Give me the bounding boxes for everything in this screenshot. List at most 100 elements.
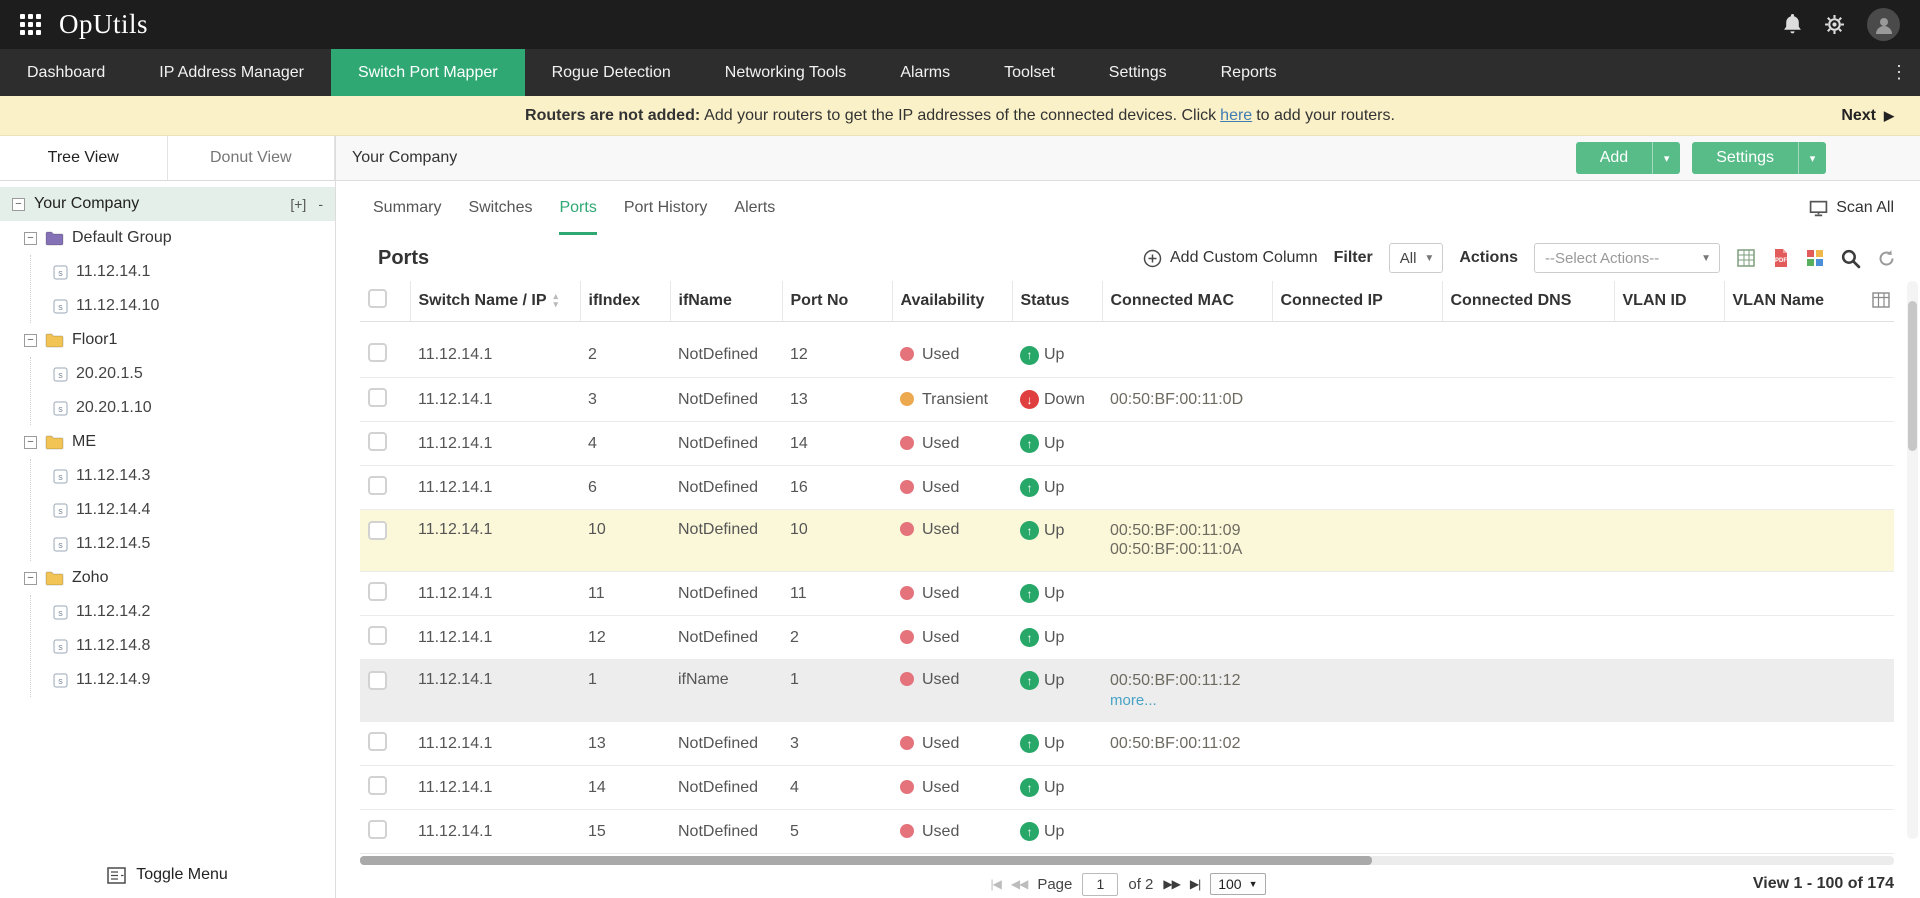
row-checkbox[interactable]	[368, 432, 387, 451]
table-row[interactable]: 11.12.14.12NotDefined12Used↑Up	[360, 334, 1894, 378]
tree-item-20-20-1-5[interactable]: s20.20.1.5	[31, 357, 335, 391]
notifications-bell-icon[interactable]	[1783, 14, 1802, 35]
column-header-vlan-id[interactable]: VLAN ID	[1614, 281, 1724, 321]
row-checkbox[interactable]	[368, 626, 387, 645]
nav-item-alarms[interactable]: Alarms	[873, 49, 977, 96]
toggle-menu-button[interactable]: Toggle Menu	[0, 866, 335, 884]
column-chooser-icon[interactable]	[1806, 249, 1824, 267]
tab-switches[interactable]: Switches	[468, 181, 532, 235]
next-page-button[interactable]: ▶▶	[1163, 877, 1179, 891]
tab-donut-view[interactable]: Donut View	[168, 136, 336, 180]
row-checkbox[interactable]	[368, 582, 387, 601]
nav-item-dashboard[interactable]: Dashboard	[0, 49, 132, 96]
add-dropdown-caret[interactable]: ▾	[1652, 142, 1680, 174]
tree-item-11-12-14-1[interactable]: s11.12.14.1	[31, 255, 335, 289]
nav-item-switch-port-mapper[interactable]: Switch Port Mapper	[331, 49, 525, 96]
page-input[interactable]	[1082, 873, 1118, 896]
tab-alerts[interactable]: Alerts	[734, 181, 775, 235]
vertical-scrollbar-thumb[interactable]	[1908, 301, 1917, 451]
tree-item-11-12-14-3[interactable]: s11.12.14.3	[31, 459, 335, 493]
nav-item-rogue-detection[interactable]: Rogue Detection	[525, 49, 698, 96]
row-checkbox[interactable]	[368, 776, 387, 795]
csv-export-icon[interactable]	[1736, 248, 1756, 268]
column-header-switch-name-ip[interactable]: Switch Name / IP▴▾	[410, 281, 580, 321]
table-row[interactable]: 11.12.14.111NotDefined11Used↑Up	[360, 572, 1894, 616]
collapse-icon[interactable]: −	[24, 334, 37, 347]
column-header-connected-dns[interactable]: Connected DNS	[1442, 281, 1614, 321]
tree-item-11-12-14-8[interactable]: s11.12.14.8	[31, 629, 335, 663]
collapse-icon[interactable]: −	[24, 436, 37, 449]
tree-item-20-20-1-10[interactable]: s20.20.1.10	[31, 391, 335, 425]
gear-icon[interactable]	[1824, 14, 1845, 35]
user-avatar[interactable]	[1867, 8, 1900, 41]
tree-root-your-company[interactable]: −Your Company[+]-	[0, 187, 335, 221]
row-checkbox[interactable]	[368, 343, 387, 362]
collapse-icon[interactable]: −	[12, 198, 25, 211]
settings-button-label[interactable]: Settings	[1692, 142, 1798, 174]
settings-button[interactable]: Settings ▾	[1692, 142, 1826, 174]
row-checkbox[interactable]	[368, 388, 387, 407]
nav-item-toolset[interactable]: Toolset	[977, 49, 1082, 96]
horizontal-scrollbar-thumb[interactable]	[360, 856, 1372, 865]
tree-item-11-12-14-4[interactable]: s11.12.14.4	[31, 493, 335, 527]
column-header-availability[interactable]: Availability	[892, 281, 1012, 321]
table-row[interactable]: 11.12.14.112NotDefined2Used↑Up	[360, 616, 1894, 660]
tab-summary[interactable]: Summary	[373, 181, 441, 235]
nav-item-reports[interactable]: Reports	[1194, 49, 1304, 96]
column-header-connected-mac[interactable]: Connected MAC	[1102, 281, 1272, 321]
scan-all-button[interactable]: Scan All	[1809, 181, 1894, 235]
reset-icon[interactable]	[1877, 249, 1896, 268]
nav-item-settings[interactable]: Settings	[1082, 49, 1194, 96]
tree-item-11-12-14-10[interactable]: s11.12.14.10	[31, 289, 335, 323]
row-checkbox[interactable]	[368, 521, 387, 540]
tab-port-history[interactable]: Port History	[624, 181, 708, 235]
collapse-all-control[interactable]: -	[318, 196, 323, 212]
settings-dropdown-caret[interactable]: ▾	[1798, 142, 1826, 174]
column-header-connected-ip[interactable]: Connected IP	[1272, 281, 1442, 321]
tree-group-zoho[interactable]: −Zoho	[0, 561, 335, 595]
column-header-vlan-name[interactable]: VLAN Name	[1724, 281, 1894, 321]
column-header-status[interactable]: Status	[1012, 281, 1102, 321]
column-header-port-no[interactable]: Port No	[782, 281, 892, 321]
tab-ports[interactable]: Ports	[559, 181, 596, 235]
search-icon[interactable]	[1840, 248, 1861, 269]
first-page-button[interactable]: |◀	[990, 877, 1000, 891]
collapse-icon[interactable]: −	[24, 232, 37, 245]
tree-item-11-12-14-2[interactable]: s11.12.14.2	[31, 595, 335, 629]
row-checkbox[interactable]	[368, 732, 387, 751]
page-size-select[interactable]: 100 ▼	[1210, 873, 1265, 895]
filter-select[interactable]: All ▼	[1389, 243, 1444, 273]
more-link[interactable]: more...	[1110, 690, 1264, 711]
table-row[interactable]: 11.12.14.14NotDefined14Used↑Up	[360, 422, 1894, 466]
nav-item-networking-tools[interactable]: Networking Tools	[698, 49, 874, 96]
row-checkbox[interactable]	[368, 476, 387, 495]
pdf-export-icon[interactable]: PDF	[1772, 248, 1790, 268]
add-group-control[interactable]: [+]	[290, 196, 306, 212]
add-button-label[interactable]: Add	[1576, 142, 1652, 174]
row-checkbox[interactable]	[368, 671, 387, 690]
tree-item-11-12-14-9[interactable]: s11.12.14.9	[31, 663, 335, 697]
tree-group-default-group[interactable]: −Default Group	[0, 221, 335, 255]
nav-item-ip-address-manager[interactable]: IP Address Manager	[132, 49, 331, 96]
sort-icon[interactable]: ▴▾	[554, 293, 559, 309]
table-row[interactable]: 11.12.14.113NotDefined3Used↑Up00:50:BF:0…	[360, 722, 1894, 766]
table-row[interactable]: 11.12.14.110NotDefined10Used↑Up00:50:BF:…	[360, 510, 1894, 572]
apps-grid-icon[interactable]	[20, 14, 41, 35]
tree-group-floor1[interactable]: −Floor1	[0, 323, 335, 357]
banner-next-button[interactable]: Next ▶	[1841, 96, 1894, 135]
table-row[interactable]: 11.12.14.115NotDefined5Used↑Up	[360, 810, 1894, 854]
add-custom-column-button[interactable]: Add Custom Column	[1143, 249, 1318, 268]
select-all-checkbox[interactable]	[368, 289, 387, 308]
tree-group-me[interactable]: −ME	[0, 425, 335, 459]
column-header-ifindex[interactable]: ifIndex	[580, 281, 670, 321]
add-button[interactable]: Add ▾	[1576, 142, 1680, 174]
tab-tree-view[interactable]: Tree View	[0, 136, 168, 180]
banner-here-link[interactable]: here	[1220, 107, 1252, 125]
row-checkbox[interactable]	[368, 820, 387, 839]
column-header-ifname[interactable]: ifName	[670, 281, 782, 321]
table-row[interactable]: 11.12.14.11ifName1Used↑Up00:50:BF:00:11:…	[360, 660, 1894, 722]
tree-item-11-12-14-5[interactable]: s11.12.14.5	[31, 527, 335, 561]
table-row[interactable]: 11.12.14.114NotDefined4Used↑Up	[360, 766, 1894, 810]
table-row[interactable]: 11.12.14.16NotDefined16Used↑Up	[360, 466, 1894, 510]
actions-select[interactable]: --Select Actions-- ▼	[1534, 243, 1720, 273]
